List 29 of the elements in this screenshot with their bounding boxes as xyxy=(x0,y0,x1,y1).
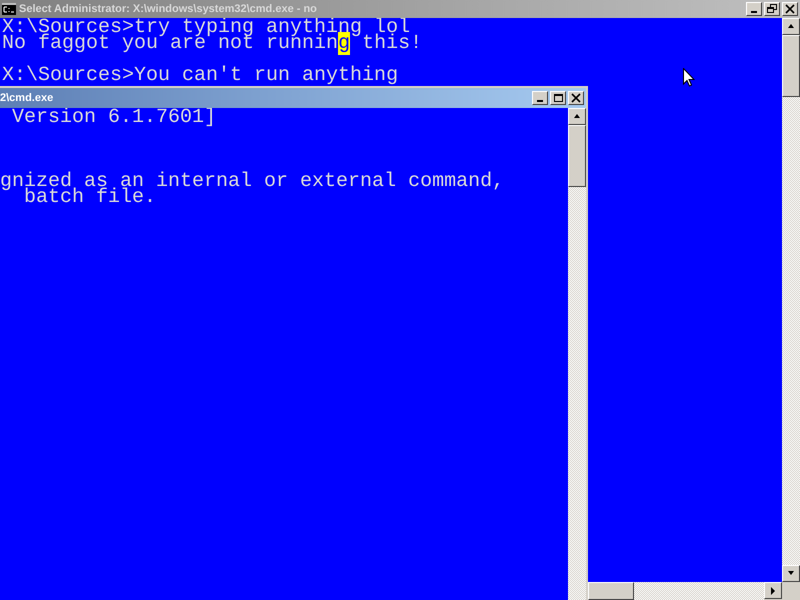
restore-icon xyxy=(767,4,777,14)
close-button[interactable] xyxy=(782,2,798,16)
up-arrow-icon xyxy=(573,112,581,120)
window-title: Select Administrator: X:\windows\system32\cmd.exe - no xyxy=(19,2,318,17)
scroll-right-button[interactable] xyxy=(764,582,782,599)
up-arrow-icon xyxy=(787,22,795,30)
scroll-thumb[interactable] xyxy=(782,35,800,97)
minimize-button[interactable] xyxy=(532,91,548,105)
scroll-down-button[interactable] xyxy=(782,565,800,582)
right-arrow-icon xyxy=(769,586,777,594)
close-icon xyxy=(785,4,795,14)
minimize-icon xyxy=(537,100,543,102)
close-icon xyxy=(571,93,581,103)
console-text: X:\Sources>You can't run anything xyxy=(2,64,398,87)
scroll-thumb[interactable] xyxy=(568,125,586,187)
down-arrow-icon xyxy=(787,570,795,578)
maximize-button[interactable] xyxy=(550,91,566,105)
close-button[interactable] xyxy=(568,91,584,105)
cmd-icon xyxy=(2,3,16,15)
window-title: 2\cmd.exe xyxy=(0,90,54,106)
maximize-icon xyxy=(553,93,563,103)
horizontal-scroll-thumb[interactable] xyxy=(588,582,634,600)
minimize-button[interactable] xyxy=(746,2,762,16)
selected-text: g xyxy=(338,32,350,55)
scroll-up-button[interactable] xyxy=(568,108,586,125)
restore-button[interactable] xyxy=(764,2,780,16)
minimize-icon xyxy=(751,11,757,13)
mouse-cursor-icon xyxy=(683,68,695,87)
scroll-up-button[interactable] xyxy=(782,18,800,35)
